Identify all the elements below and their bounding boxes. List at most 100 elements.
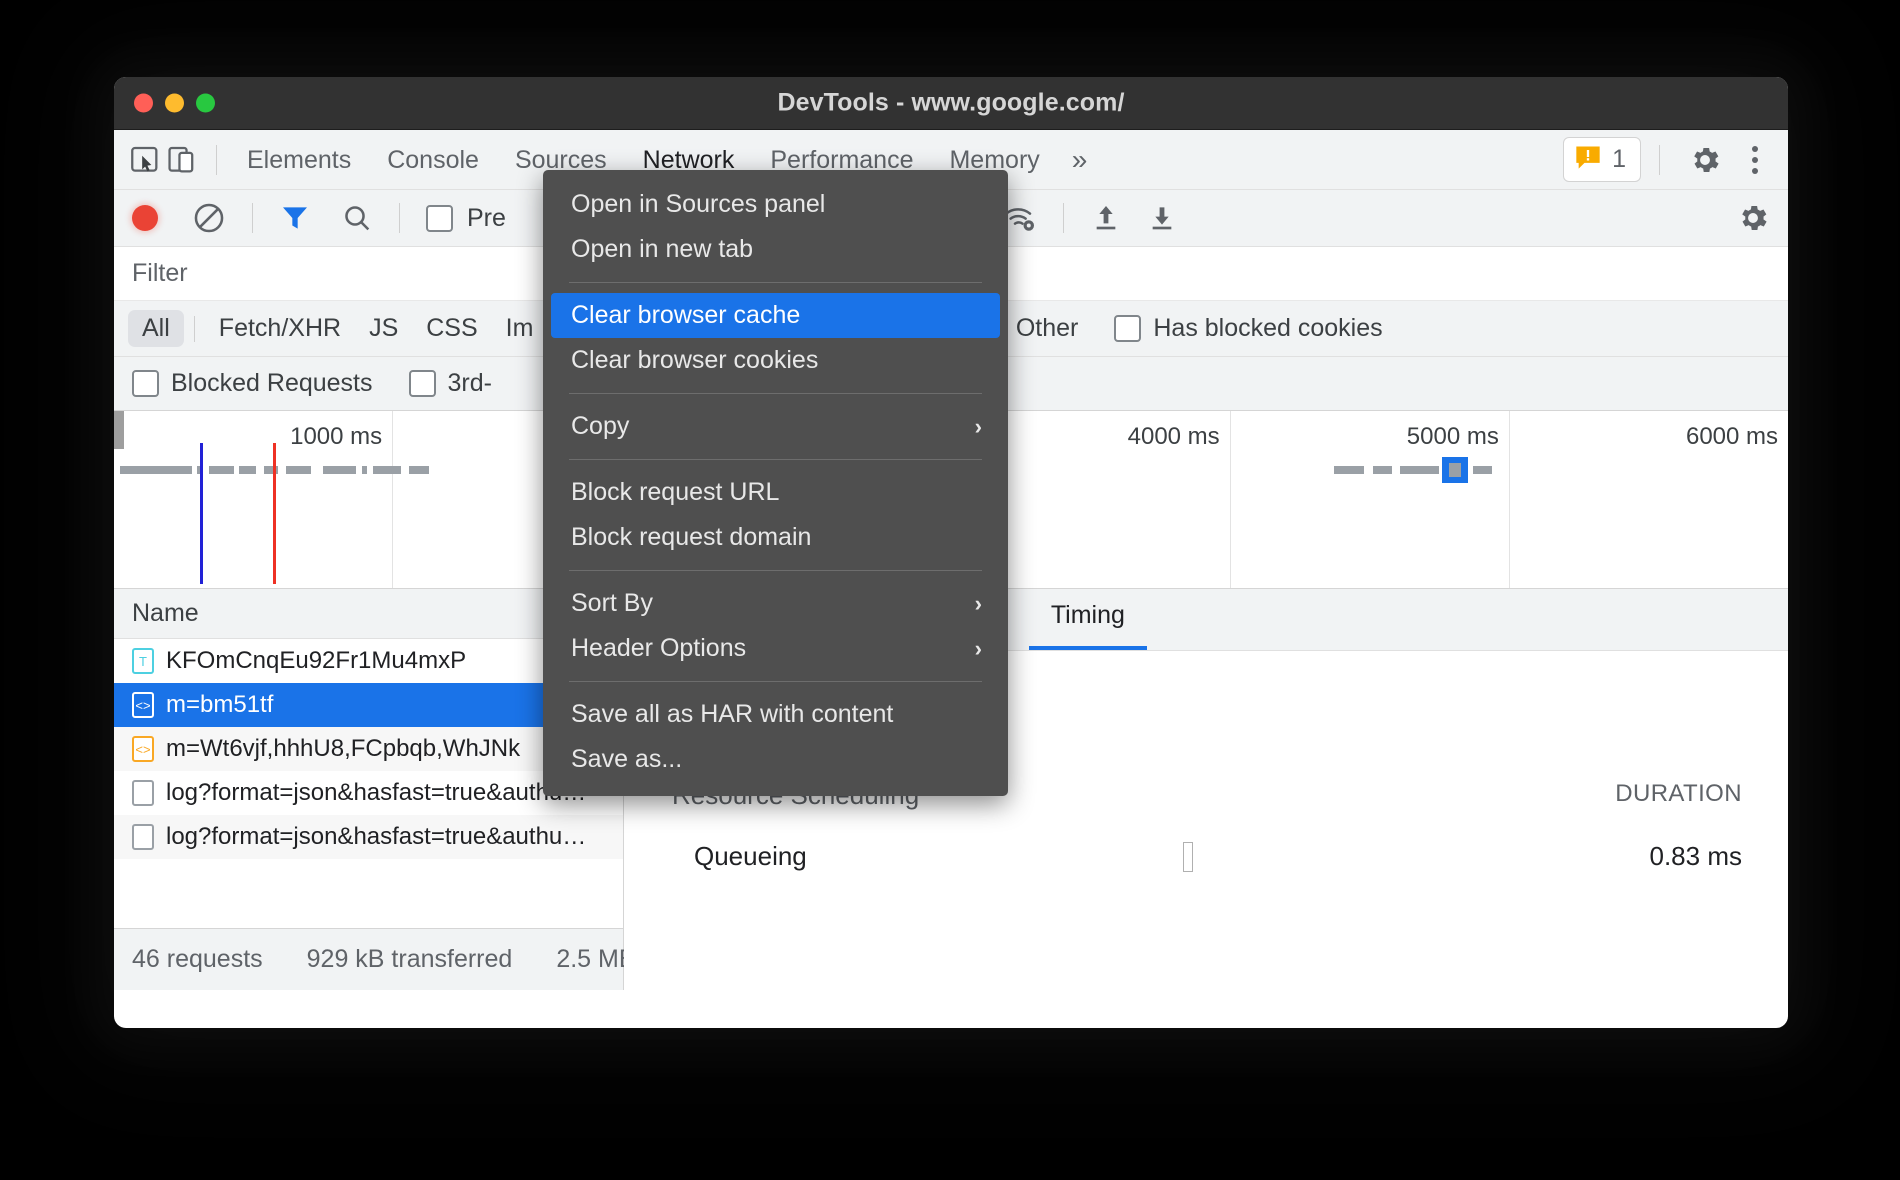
menu-separator-5 bbox=[569, 681, 982, 682]
gear-icon[interactable] bbox=[1678, 143, 1732, 177]
warning-count: 1 bbox=[1612, 145, 1626, 174]
menu-separator-2 bbox=[569, 393, 982, 394]
filter-input[interactable]: Filter bbox=[132, 259, 188, 288]
overview-segment-1000ms: 1000 ms bbox=[114, 411, 393, 588]
screenshot-root: DevTools - www.google.com/ Elements Cons… bbox=[0, 0, 1900, 1180]
menu-item-label: Clear browser cookies bbox=[571, 346, 818, 375]
menu-item-label: Copy bbox=[571, 412, 629, 441]
third-party-label: 3rd- bbox=[448, 369, 492, 398]
filter-funnel-icon[interactable] bbox=[279, 202, 311, 234]
request-name: m=bm51tf bbox=[166, 691, 273, 719]
tab-console[interactable]: Console bbox=[369, 130, 497, 190]
type-filter-fetch-xhr[interactable]: Fetch/XHR bbox=[205, 310, 355, 347]
menu-item-clear-browser-cache[interactable]: Clear browser cache bbox=[551, 293, 1000, 338]
clear-network-log-icon[interactable] bbox=[192, 201, 226, 235]
toolbar-divider-2 bbox=[1659, 145, 1660, 175]
status-transferred: 929 kB transferred bbox=[285, 945, 535, 974]
overview-time-label-6000: 6000 ms bbox=[1686, 423, 1778, 451]
menu-item-label: Open in new tab bbox=[571, 235, 753, 264]
tab-timing[interactable]: Timing bbox=[1029, 601, 1147, 650]
preserve-log-checkbox[interactable] bbox=[426, 205, 453, 232]
timing-duration-header: DURATION bbox=[1615, 780, 1742, 811]
menu-item-label: Save as... bbox=[571, 745, 682, 774]
type-filter-other[interactable]: Other bbox=[1002, 310, 1093, 347]
type-filter-all[interactable]: All bbox=[128, 310, 184, 347]
menu-item-label: Header Options bbox=[571, 634, 746, 663]
export-har-icon[interactable] bbox=[1146, 202, 1178, 234]
menu-item-sort-by[interactable]: Sort By › bbox=[543, 581, 1008, 626]
blocked-requests-label: Blocked Requests bbox=[171, 369, 373, 398]
inspect-element-icon[interactable] bbox=[128, 143, 162, 177]
script-resource-icon: <> bbox=[132, 736, 154, 762]
preserve-log-label: Pre bbox=[467, 204, 506, 233]
chevron-right-icon: › bbox=[975, 591, 982, 617]
generic-resource-icon bbox=[132, 824, 154, 850]
type-filter-img[interactable]: Im bbox=[492, 310, 548, 347]
request-name: m=Wt6vjf,hhhU8,FCpbqb,WhJNk bbox=[166, 735, 520, 763]
overview-time-label-4000: 4000 ms bbox=[1128, 423, 1220, 451]
device-toolbar-icon[interactable] bbox=[166, 143, 200, 177]
menu-item-open-in-sources-panel[interactable]: Open in Sources panel bbox=[543, 182, 1008, 227]
status-requests: 46 requests bbox=[132, 945, 285, 974]
network-settings-gear-icon[interactable] bbox=[1736, 201, 1770, 235]
has-blocked-cookies-checkbox-wrap[interactable]: Has blocked cookies bbox=[1114, 314, 1382, 343]
network-conditions-icon[interactable] bbox=[1003, 203, 1037, 233]
menu-separator-3 bbox=[569, 459, 982, 460]
menu-item-save-as[interactable]: Save as... bbox=[543, 737, 1008, 782]
more-tabs-chevron-icon[interactable]: » bbox=[1058, 144, 1102, 176]
blocked-requests-checkbox-wrap[interactable]: Blocked Requests bbox=[132, 369, 373, 398]
kebab-menu-icon[interactable] bbox=[1738, 138, 1772, 182]
menu-item-header-options[interactable]: Header Options › bbox=[543, 626, 1008, 671]
generic-resource-icon bbox=[132, 780, 154, 806]
has-blocked-cookies-label: Has blocked cookies bbox=[1153, 314, 1382, 343]
chevron-right-icon: › bbox=[975, 414, 982, 440]
menu-separator-4 bbox=[569, 570, 982, 571]
import-har-icon[interactable] bbox=[1090, 202, 1122, 234]
menu-item-save-all-as-har-with-content[interactable]: Save all as HAR with content bbox=[543, 692, 1008, 737]
script-resource-icon: <> bbox=[132, 692, 154, 718]
timing-bar bbox=[1183, 842, 1193, 872]
third-party-checkbox[interactable] bbox=[409, 370, 436, 397]
has-blocked-cookies-checkbox[interactable] bbox=[1114, 315, 1141, 342]
timing-phase-name: Queueing bbox=[672, 841, 1002, 872]
font-resource-icon: T bbox=[132, 648, 154, 674]
window-title: DevTools - www.google.com/ bbox=[114, 89, 1788, 118]
third-party-checkbox-wrap[interactable]: 3rd- bbox=[409, 369, 492, 398]
menu-item-label: Open in Sources panel bbox=[571, 190, 825, 219]
menu-item-block-request-domain[interactable]: Block request domain bbox=[543, 515, 1008, 560]
request-context-menu[interactable]: Open in Sources panel Open in new tab Cl… bbox=[543, 170, 1008, 796]
selected-request-marker[interactable] bbox=[1442, 457, 1468, 483]
window-title-bar: DevTools - www.google.com/ bbox=[114, 77, 1788, 130]
type-filter-css[interactable]: CSS bbox=[412, 310, 491, 347]
menu-item-open-in-new-tab[interactable]: Open in new tab bbox=[543, 227, 1008, 272]
request-name: log?format=json&hasfast=true&authu… bbox=[166, 779, 586, 807]
overview-bars bbox=[114, 464, 392, 476]
overview-segment-5000ms: 5000 ms bbox=[1231, 411, 1510, 588]
menu-item-label: Clear browser cache bbox=[571, 301, 800, 330]
menu-item-block-request-url[interactable]: Block request URL bbox=[543, 470, 1008, 515]
net-toolbar-divider-2 bbox=[399, 203, 400, 233]
search-icon[interactable] bbox=[341, 202, 373, 234]
tab-elements[interactable]: Elements bbox=[229, 130, 369, 190]
type-filter-js[interactable]: JS bbox=[355, 310, 412, 347]
toolbar-divider bbox=[216, 145, 217, 175]
chevron-right-icon: › bbox=[975, 636, 982, 662]
warning-badge[interactable]: 1 bbox=[1563, 137, 1641, 182]
overview-time-label: 1000 ms bbox=[290, 423, 382, 451]
overview-time-label-5000: 5000 ms bbox=[1407, 423, 1499, 451]
dom-content-loaded-marker bbox=[200, 443, 203, 584]
overview-segment-6000ms: 6000 ms bbox=[1510, 411, 1788, 588]
column-header-name: Name bbox=[132, 599, 199, 628]
menu-item-label: Sort By bbox=[571, 589, 653, 618]
menu-item-label: Block request URL bbox=[571, 478, 779, 507]
blocked-requests-checkbox[interactable] bbox=[132, 370, 159, 397]
net-toolbar-divider-3 bbox=[1063, 203, 1064, 233]
menu-item-copy[interactable]: Copy › bbox=[543, 404, 1008, 449]
menu-item-clear-browser-cookies[interactable]: Clear browser cookies bbox=[543, 338, 1008, 383]
warning-icon bbox=[1574, 143, 1602, 176]
table-row[interactable]: log?format=json&hasfast=true&authu… bbox=[114, 815, 623, 859]
record-button[interactable] bbox=[132, 205, 158, 231]
menu-item-label: Save all as HAR with content bbox=[571, 700, 893, 729]
request-name: KFOmCnqEu92Fr1Mu4mxP bbox=[166, 647, 466, 675]
menu-item-label: Block request domain bbox=[571, 523, 811, 552]
